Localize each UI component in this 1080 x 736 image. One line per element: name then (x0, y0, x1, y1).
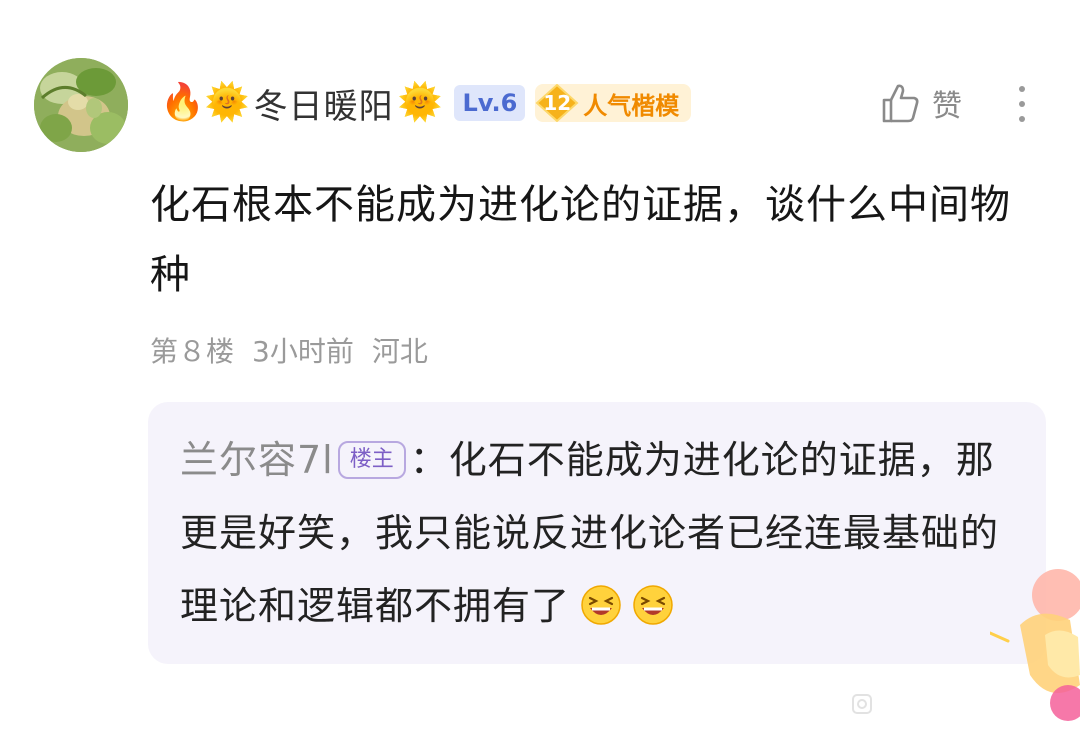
more-vertical-icon-dot (1019, 101, 1025, 107)
more-options-button[interactable] (1008, 82, 1036, 126)
thumbs-up-icon (882, 84, 919, 123)
avatar-image (34, 58, 128, 152)
timestamp: 3小时前 (252, 335, 354, 368)
tag-number: 12 (543, 91, 572, 115)
avatar[interactable] (34, 58, 128, 152)
honor-tag-badge: 12 人气楷模 (535, 84, 692, 122)
comment-text: 化石根本不能成为进化论的证据，谈什么中间物种 (150, 182, 1011, 298)
diamond-badge-icon: 12 (535, 84, 579, 122)
sun-icon: 🌞 (397, 82, 443, 123)
reply-preview[interactable]: 兰尔容7l 楼主 ：化石不能成为进化论的证据，那更是好笑，我只能说反进化论者已经连最… (148, 402, 1046, 664)
username[interactable]: 冬日暖阳 (254, 79, 394, 128)
sun-icon: 🌞 (204, 82, 250, 123)
comment-header: 🔥 🌞 冬日暖阳 🌞 Lv.6 12 人气楷模 (160, 79, 692, 128)
level-badge: Lv.6 (454, 85, 526, 121)
floating-activity-icon[interactable] (990, 565, 1080, 725)
op-badge: 楼主 (337, 440, 406, 479)
more-vertical-icon-dot (1019, 116, 1025, 122)
like-label: 赞 (932, 89, 962, 124)
fire-icon: 🔥 (160, 82, 205, 123)
tag-label: 人气楷模 (583, 91, 680, 120)
more-vertical-icon-dot (1019, 86, 1025, 92)
reply-separator: ： (409, 438, 449, 482)
watermark-icon (852, 694, 872, 714)
comment-item: 🔥 🌞 冬日暖阳 🌞 Lv.6 12 人气楷模 赞 化石根本不能成为进化论的证据… (0, 0, 1080, 736)
comment-meta: 第８楼 3小时前 河北 (150, 330, 446, 370)
like-button[interactable]: 赞 (878, 80, 962, 126)
grinning-squint-icon (633, 584, 673, 625)
location: 河北 (371, 335, 428, 368)
floor-number: 第８楼 (150, 335, 235, 368)
reply-username[interactable]: 兰尔容7l (180, 438, 334, 482)
grinning-squint-icon (581, 584, 621, 625)
